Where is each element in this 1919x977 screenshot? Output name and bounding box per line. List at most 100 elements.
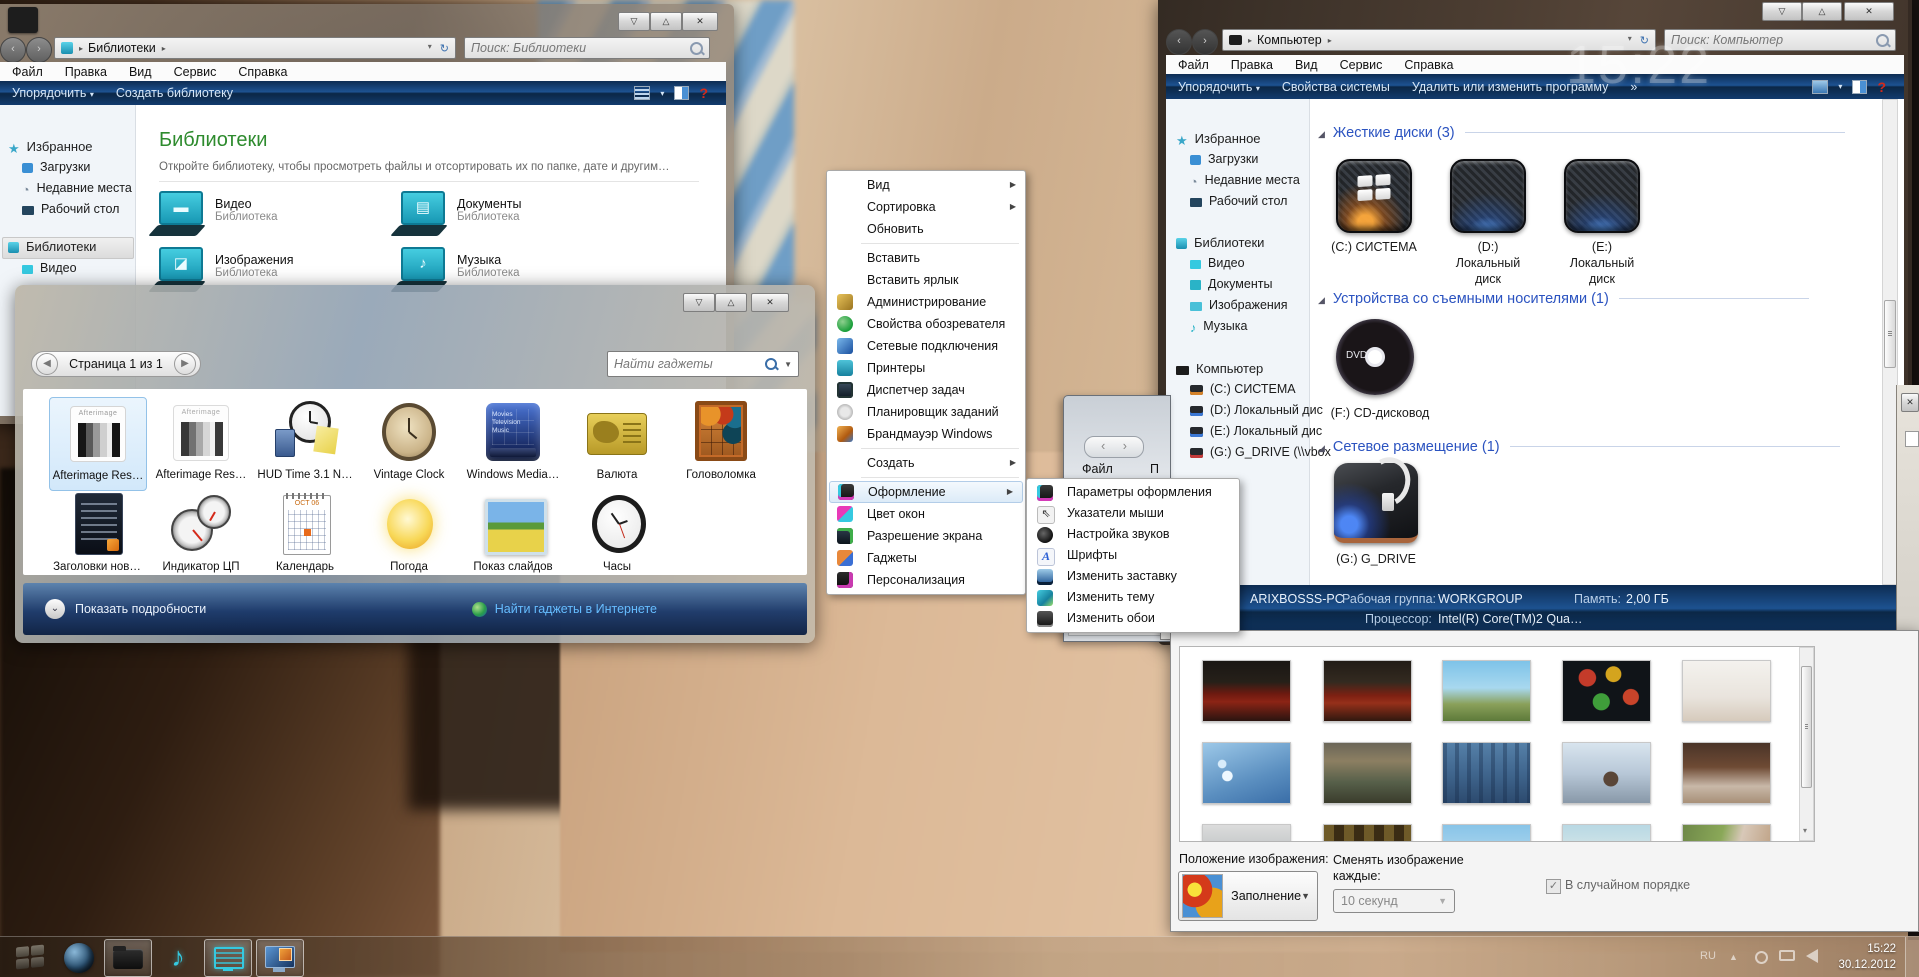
action-center-icon[interactable] xyxy=(1755,951,1768,964)
sidebar-item-drive-g[interactable]: (G:) G_DRIVE (\\vbox xyxy=(1190,445,1331,459)
gadget-news-headlines[interactable]: Заголовки нов… xyxy=(49,489,145,581)
tray-language[interactable]: RU xyxy=(1700,950,1716,962)
chevron-down-circle-icon[interactable]: ⌄ xyxy=(45,599,65,619)
menu-item-paste[interactable]: Вставить xyxy=(827,247,1025,269)
drive-e-label[interactable]: (E:) Локальный диск xyxy=(1562,239,1642,287)
wallpaper-thumbnail[interactable] xyxy=(1202,660,1291,722)
gadget-clock[interactable]: Часы xyxy=(569,489,665,581)
library-item-pictures[interactable]: Изображения Библиотека xyxy=(215,253,294,279)
menu-item-internet-options[interactable]: Свойства обозревателя xyxy=(827,313,1025,335)
breadcrumb[interactable]: Компьютер xyxy=(1257,33,1322,47)
menu-item-personalization[interactable]: Персонализация xyxy=(827,569,1025,591)
chevron-down-icon[interactable]: ▼ xyxy=(784,360,792,369)
menu-item-gadgets[interactable]: Гаджеты xyxy=(827,547,1025,569)
dvd-drive-label[interactable]: (F:) CD-дисковод xyxy=(1320,405,1440,421)
drive-d-icon[interactable] xyxy=(1450,159,1526,233)
menu-file[interactable]: Файл xyxy=(1178,58,1209,72)
collapse-icon[interactable]: ◢ xyxy=(1318,295,1325,305)
menu-tools[interactable]: Сервис xyxy=(174,65,217,79)
menu-item-administration[interactable]: Администрирование xyxy=(827,291,1025,313)
menu-item-firewall[interactable]: Брандмауэр Windows xyxy=(827,423,1025,445)
maximize-button[interactable]: △ xyxy=(1802,2,1842,21)
vertical-scrollbar[interactable]: ▾ xyxy=(1799,647,1814,841)
gadget-search-input[interactable]: Найти гаджеты ▼ xyxy=(607,351,799,377)
menu-tools[interactable]: Сервис xyxy=(1340,58,1383,72)
section-hard-disks[interactable]: ◢ Жесткие диски (3) xyxy=(1318,125,1845,141)
gadget-hud-time[interactable]: HUD Time 3.1 N… xyxy=(257,397,353,489)
documents-library-icon[interactable]: ▤ xyxy=(390,191,448,243)
drive-e-icon[interactable] xyxy=(1564,159,1640,233)
menu-item-paste-shortcut[interactable]: Вставить ярлык xyxy=(827,269,1025,291)
network-drive-icon[interactable] xyxy=(1334,451,1418,543)
wallpaper-thumbnail[interactable] xyxy=(1682,660,1771,722)
minimize-button[interactable]: ▽ xyxy=(1762,2,1802,21)
taskbar-item-music[interactable]: ♪ xyxy=(158,939,198,975)
menu-view[interactable]: Вид xyxy=(1295,58,1318,72)
submenu-item-theme[interactable]: Изменить тему xyxy=(1027,587,1239,608)
network-drive-label[interactable]: (G:) G_DRIVE xyxy=(1326,551,1426,567)
help-icon[interactable]: ? xyxy=(699,85,708,101)
collapse-icon[interactable]: ◢ xyxy=(1318,129,1325,139)
sidebar-item-recent[interactable]: ◔ Недавние места xyxy=(1190,173,1300,189)
wallpaper-thumbnail[interactable] xyxy=(1682,824,1771,841)
submenu-item-wallpaper[interactable]: Изменить обои xyxy=(1027,608,1239,629)
new-library-button[interactable]: Создать библиотеку xyxy=(116,86,233,100)
page-next-button[interactable]: ▶ xyxy=(173,353,196,375)
system-properties-button[interactable]: Свойства системы xyxy=(1282,80,1390,94)
gadget-wmc[interactable]: Movies Television Music Windows Media… xyxy=(465,397,561,489)
forward-button[interactable]: › xyxy=(1123,439,1127,453)
address-dropdown-icon[interactable]: ▾ xyxy=(428,42,432,55)
interval-dropdown[interactable]: 10 секунд ▼ xyxy=(1333,889,1455,913)
menu-file[interactable]: Файл xyxy=(1082,462,1113,476)
sidebar-item-documents[interactable]: Документы xyxy=(1190,277,1272,291)
sidebar-item-drive-c[interactable]: (C:) СИСТЕМА xyxy=(1190,382,1296,396)
refresh-icon[interactable]: ↻ xyxy=(440,42,449,55)
menu-view[interactable]: Вид xyxy=(129,65,152,79)
page-prev-button[interactable]: ◀ xyxy=(36,353,58,375)
sidebar-item-recent[interactable]: ◔ Недавние места xyxy=(22,181,132,197)
gadget-weather[interactable]: Погода xyxy=(361,489,457,581)
drive-c-label[interactable]: (C:) СИСТЕМА xyxy=(1324,239,1424,255)
collapse-icon[interactable]: ◢ xyxy=(1318,443,1325,453)
breadcrumb[interactable]: Библиотеки xyxy=(88,41,156,55)
menu-item-printers[interactable]: Принтеры xyxy=(827,357,1025,379)
submenu-item-screensaver[interactable]: Изменить заставку xyxy=(1027,566,1239,587)
sidebar-item-video[interactable]: Видео xyxy=(1190,256,1245,270)
taskbar-item-gadgets[interactable] xyxy=(204,939,252,977)
sidebar-item-video[interactable]: Видео xyxy=(22,261,77,275)
shuffle-label[interactable]: В случайном порядке xyxy=(1565,878,1690,892)
sidebar-item-downloads[interactable]: Загрузки xyxy=(22,160,90,174)
sidebar-item-pictures[interactable]: Изображения xyxy=(1190,298,1288,312)
taskbar-item-browser[interactable] xyxy=(62,942,96,974)
volume-icon[interactable] xyxy=(1806,949,1818,963)
gadget-afterimage-1[interactable]: Afterimage Afterimage Res… xyxy=(49,397,147,491)
menu-item-appearance[interactable]: Оформление ▶ xyxy=(829,481,1023,503)
maximize-button[interactable]: △ xyxy=(650,12,682,31)
submenu-item-appearance-options[interactable]: Параметры оформления xyxy=(1027,482,1239,503)
show-desktop-button[interactable] xyxy=(1905,937,1919,977)
wallpaper-thumbnail[interactable] xyxy=(1442,742,1531,804)
wallpaper-thumbnail[interactable] xyxy=(1442,824,1531,841)
position-dropdown[interactable]: Заполнение ▼ xyxy=(1178,871,1318,921)
organize-button[interactable]: Упорядочить ▾ xyxy=(12,86,94,100)
sidebar-group-favorites[interactable]: ★ Избранное xyxy=(1176,131,1261,149)
submenu-item-mouse-pointers[interactable]: ⇖ Указатели мыши xyxy=(1027,503,1239,524)
help-icon[interactable]: ? xyxy=(1877,79,1886,95)
tray-show-hidden-icon[interactable]: ▲ xyxy=(1729,952,1738,962)
gadget-afterimage-2[interactable]: Afterimage Afterimage Res… xyxy=(153,397,249,489)
gadget-currency[interactable]: Валюта xyxy=(569,397,665,489)
submenu-item-fonts[interactable]: A Шрифты xyxy=(1027,545,1239,566)
drive-d-label[interactable]: (D:) Локальный диск xyxy=(1448,239,1528,287)
library-item-video[interactable]: Видео Библиотека xyxy=(215,197,278,223)
views-dropdown-icon[interactable]: ▾ xyxy=(660,89,664,98)
forward-button[interactable]: › xyxy=(26,37,52,63)
wallpaper-thumbnail[interactable] xyxy=(1323,660,1412,722)
menu-item-window-color[interactable]: Цвет окон xyxy=(827,503,1025,525)
menu-item-network-connections[interactable]: Сетевые подключения xyxy=(827,335,1025,357)
sidebar-group-libraries[interactable]: Библиотеки xyxy=(1176,235,1264,250)
find-gadgets-online-link[interactable]: Найти гаджеты в Интернете xyxy=(495,602,657,616)
video-library-icon[interactable]: ▬ xyxy=(148,191,206,243)
sidebar-item-music[interactable]: ♪ Музыка xyxy=(1190,319,1247,335)
start-button[interactable] xyxy=(10,941,50,975)
wallpaper-thumbnail[interactable] xyxy=(1202,742,1291,804)
